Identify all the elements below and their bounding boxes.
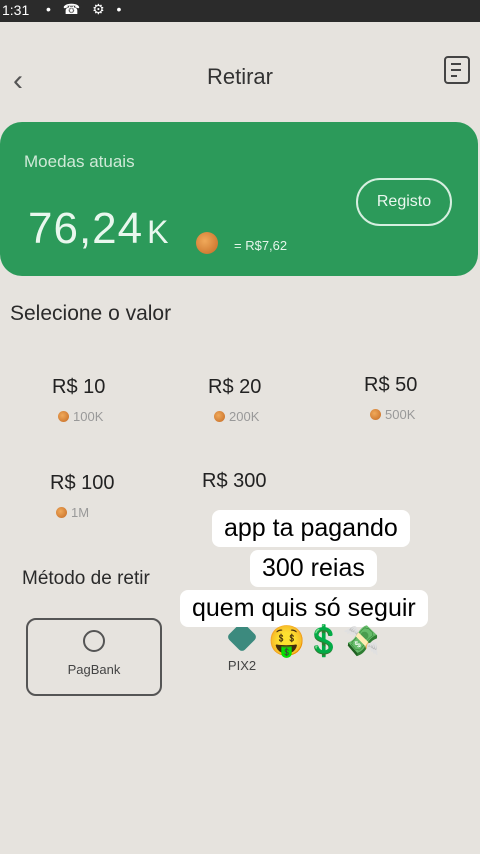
amount-option-50[interactable]: R$ 50 500K <box>364 374 480 422</box>
coin-icon <box>214 411 225 422</box>
withdraw-method-title: Método de retir <box>22 568 150 589</box>
coin-icon <box>196 232 218 254</box>
status-icons: • ☎ ⚙ • <box>46 1 126 17</box>
pagbank-icon <box>83 630 105 652</box>
caption-emojis: 🤑💲💸 <box>268 625 381 658</box>
page-title: Retirar <box>206 64 273 89</box>
amount-option-100[interactable]: R$ 100 1M <box>50 472 190 520</box>
balance-card: Moedas atuais 76,24 K = R$7,62 Registo <box>0 122 478 276</box>
history-button[interactable]: Registo <box>356 178 452 226</box>
amount-option-20[interactable]: R$ 20 200K <box>208 376 348 424</box>
coin-icon <box>58 411 69 422</box>
method-pagbank[interactable]: PagBank <box>26 618 162 696</box>
coin-icon <box>370 409 381 420</box>
balance-conversion: = R$7,62 <box>234 238 288 253</box>
caption-line-3: quem quis só seguir <box>180 590 428 627</box>
coin-icon <box>56 507 67 518</box>
document-icon[interactable] <box>444 56 470 84</box>
caption-line-1: app ta pagando <box>212 510 410 547</box>
status-bar: 1:31 • ☎ ⚙ • <box>0 0 480 22</box>
balance-value: 76,24 K <box>28 204 170 253</box>
caption-line-2: 300 reias <box>250 550 377 587</box>
amount-option-300[interactable]: R$ 300 <box>202 470 342 493</box>
select-amount-title: Selecione o valor <box>10 302 172 325</box>
status-time: 1:31 <box>2 2 30 18</box>
balance-label: Moedas atuais <box>24 152 135 171</box>
amount-option-10[interactable]: R$ 10 100K <box>52 376 192 424</box>
